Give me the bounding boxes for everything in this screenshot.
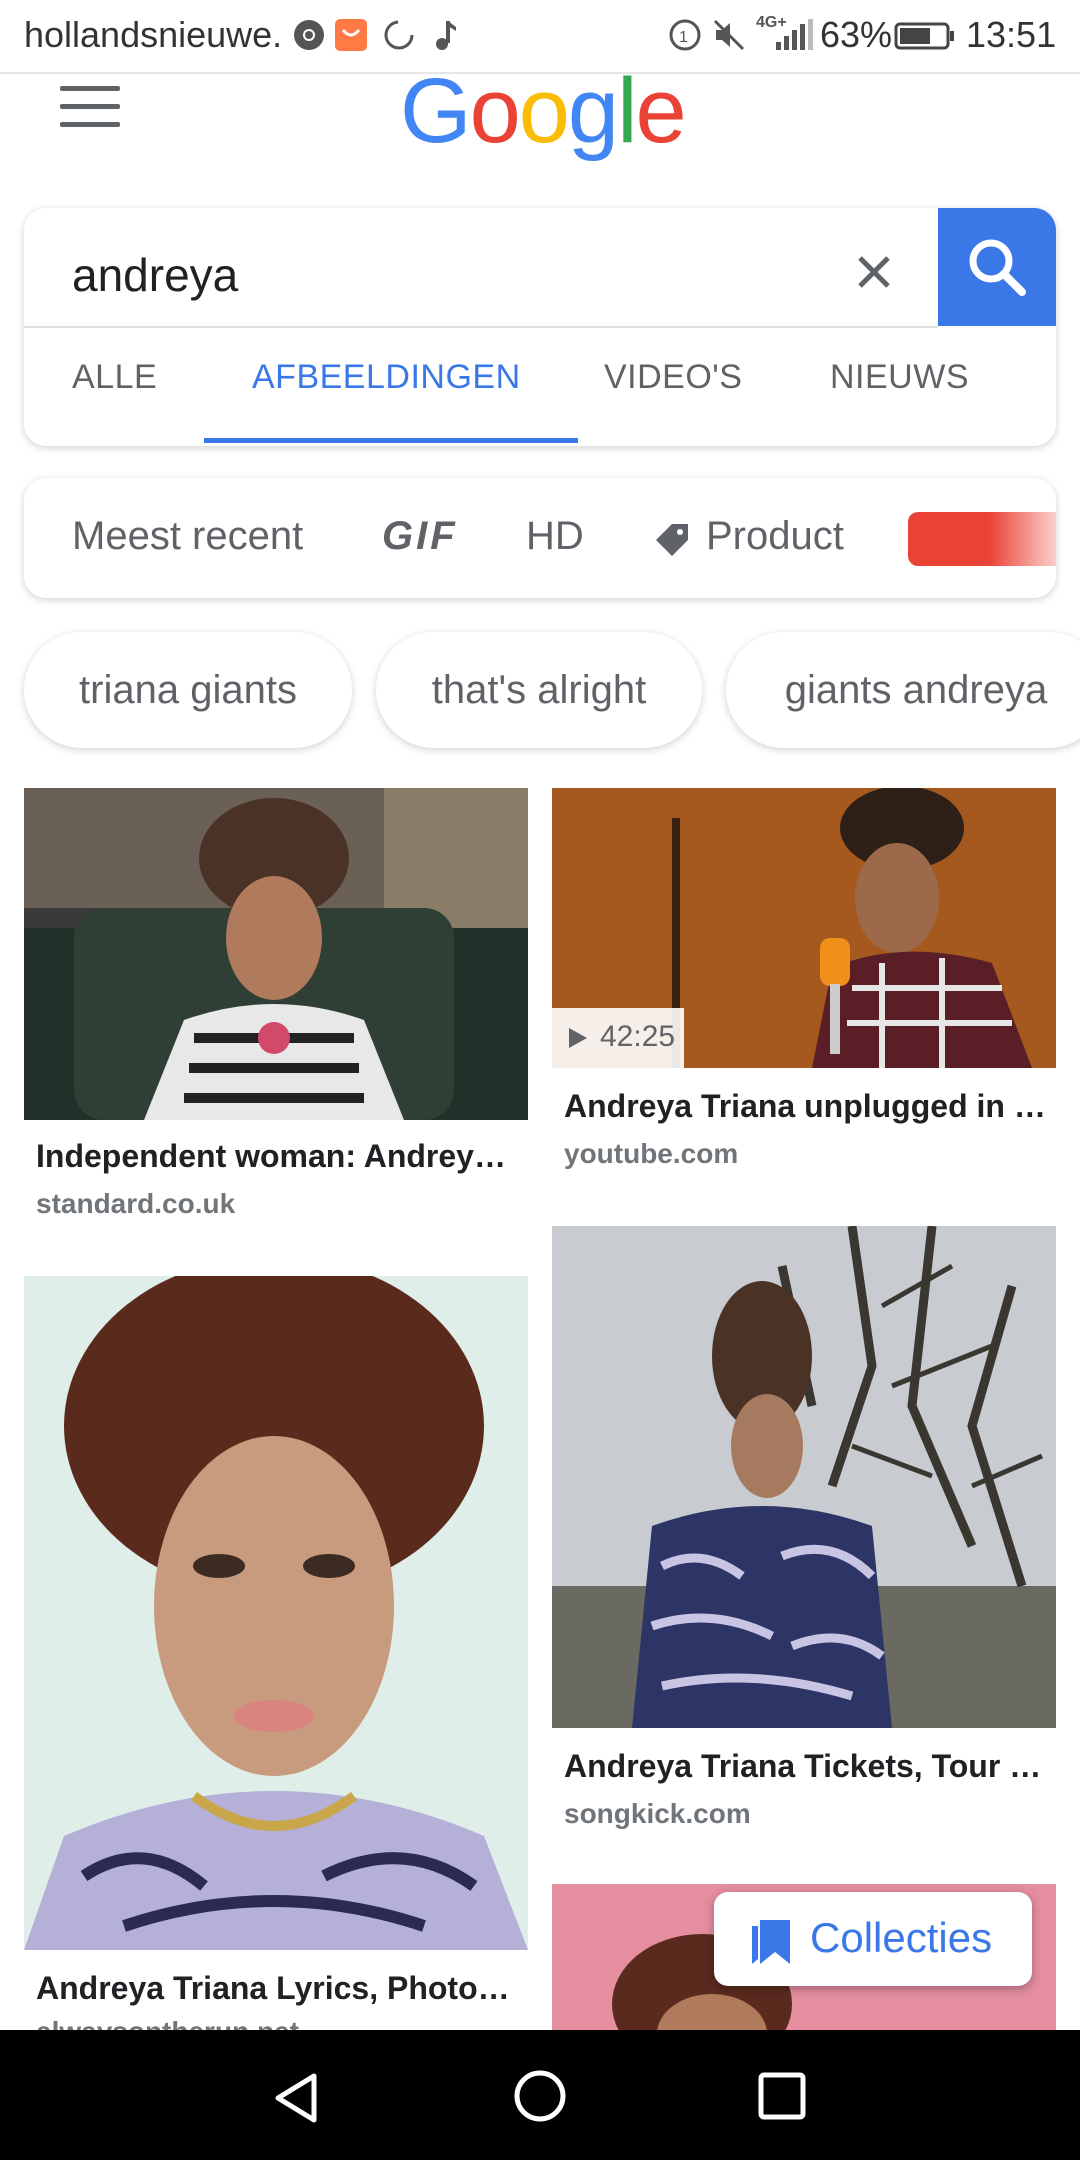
signal-icon xyxy=(776,19,813,50)
result-title[interactable]: Andreya Triana Tickets, Tour … xyxy=(564,1748,1048,1785)
shopping-app-icon xyxy=(335,19,367,51)
sync-icon xyxy=(384,20,414,50)
status-bar: hollandsnieuwe. 1 4G+ 63% 13:51 xyxy=(0,0,1080,72)
suggestion-chip[interactable]: triana giants xyxy=(24,632,352,748)
battery-icon xyxy=(894,22,954,50)
recents-icon[interactable] xyxy=(756,2070,808,2122)
result-source: alwaysontherun.net xyxy=(36,2016,299,2030)
tab-videos[interactable]: VIDEO'S xyxy=(604,358,742,397)
mute-icon xyxy=(713,19,745,51)
result-title[interactable]: Andreya Triana Lyrics, Photos… xyxy=(36,1970,520,2007)
battery-percent: 63% xyxy=(820,14,893,55)
color-filter-swatch[interactable] xyxy=(908,512,1056,566)
tab-images[interactable]: AFBEELDINGEN xyxy=(252,358,521,397)
result-image[interactable] xyxy=(552,1226,1056,1728)
filter-product[interactable]: Product xyxy=(706,514,844,559)
video-duration: 42:25 xyxy=(600,1020,676,1053)
tag-icon xyxy=(656,524,688,556)
photo-woman-portrait xyxy=(24,1276,528,1950)
svg-text:Google: Google xyxy=(400,64,685,162)
result-image[interactable] xyxy=(24,1276,528,1950)
collections-button[interactable]: Collecties xyxy=(714,1892,1032,1986)
bookmark-icon xyxy=(752,1920,790,1964)
music-note-icon xyxy=(436,21,456,50)
tab-news[interactable]: NIEUWS xyxy=(830,358,969,397)
data-saver-icon: 1 xyxy=(669,19,701,51)
search-button[interactable] xyxy=(938,208,1056,326)
search-icon xyxy=(969,239,1026,296)
search-separator xyxy=(24,326,938,328)
search-card: andreya ALLE AFBEELDINGEN VIDEO'S NIEUWS xyxy=(24,208,1056,446)
filter-recent[interactable]: Meest recent xyxy=(72,514,303,559)
result-image[interactable]: 42:25 xyxy=(552,788,1056,1068)
filter-bar: Meest recent GIF HD Product xyxy=(24,478,1056,598)
system-nav-bar xyxy=(0,2030,1080,2160)
result-source: songkick.com xyxy=(564,1798,751,1829)
photo-woman-sofa xyxy=(24,788,528,1120)
search-input[interactable]: andreya xyxy=(72,248,238,302)
suggestion-chip[interactable]: that's alright xyxy=(376,632,702,748)
filter-gif[interactable]: GIF xyxy=(382,514,458,559)
result-title[interactable]: Andreya Triana unplugged in … xyxy=(564,1088,1048,1125)
home-icon[interactable] xyxy=(512,2068,568,2124)
google-logo[interactable]: Google xyxy=(400,60,700,187)
collections-label: Collecties xyxy=(810,1914,993,1961)
result-source: standard.co.uk xyxy=(36,1188,236,1219)
menu-icon[interactable] xyxy=(60,86,120,130)
svg-text:1: 1 xyxy=(679,29,688,46)
carrier-text: hollandsnieuwe. xyxy=(24,14,283,55)
result-source: youtube.com xyxy=(564,1138,739,1169)
filter-hd[interactable]: HD xyxy=(526,514,584,559)
result-image[interactable] xyxy=(24,788,528,1120)
suggestion-chip[interactable]: giants andreya xyxy=(726,632,1080,748)
video-duration-badge: 42:25 xyxy=(552,1008,684,1068)
clear-icon[interactable] xyxy=(844,242,904,302)
active-tab-indicator xyxy=(204,438,578,443)
google-logo-graphic: Google xyxy=(400,60,687,162)
chrome-icon xyxy=(294,20,324,50)
clock: 13:51 xyxy=(966,14,1057,55)
result-title[interactable]: Independent woman: Andreya… xyxy=(36,1138,520,1175)
play-icon xyxy=(569,1028,587,1048)
photo-woman-trees xyxy=(552,1226,1056,1728)
tab-all[interactable]: ALLE xyxy=(72,358,157,397)
back-icon[interactable] xyxy=(270,2070,326,2126)
